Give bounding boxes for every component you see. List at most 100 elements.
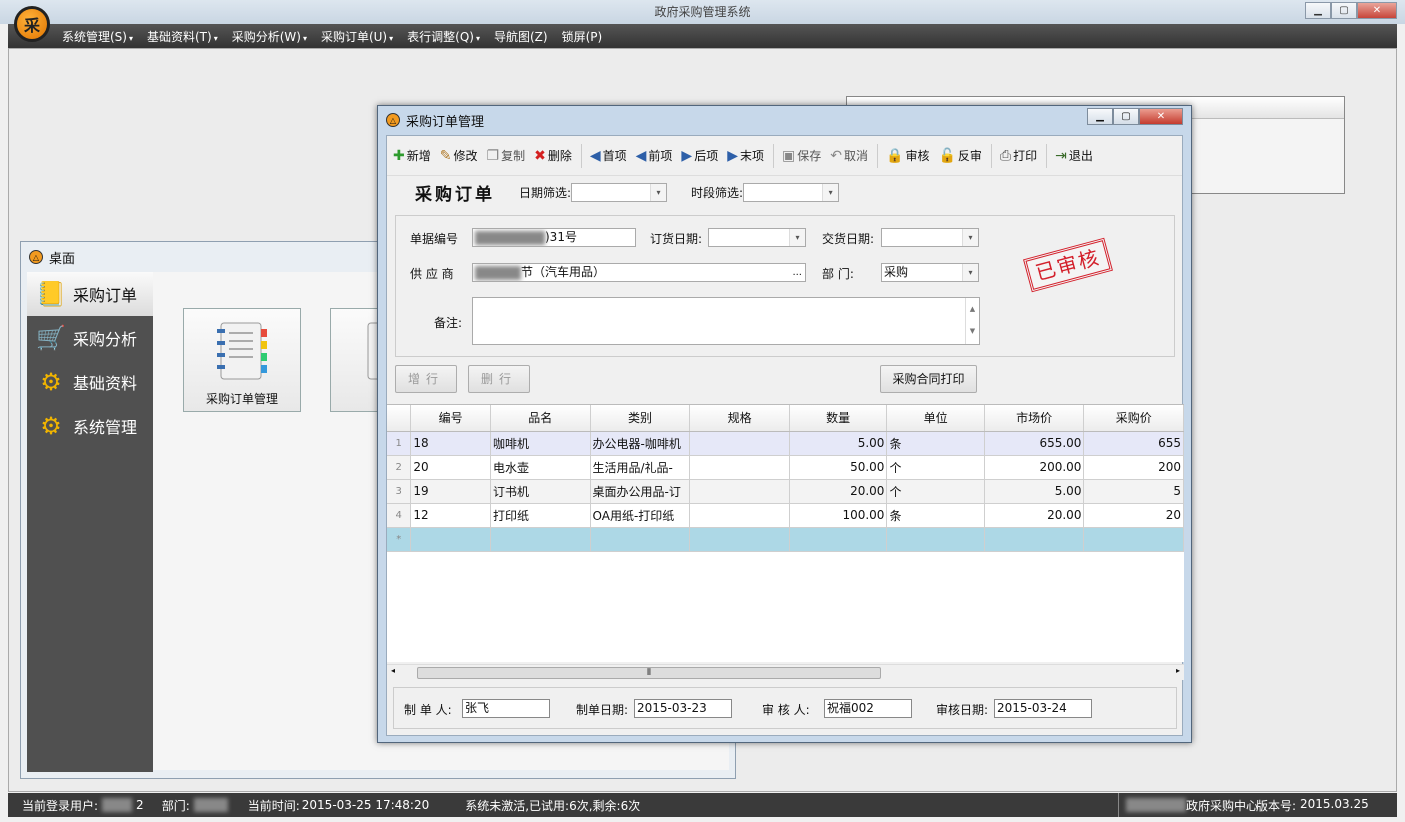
cell-purchase[interactable]: 655 [1083, 431, 1184, 456]
new-row-cell[interactable] [490, 527, 591, 552]
cell-category[interactable]: 办公电器-咖啡机 [590, 431, 691, 456]
delivery-date-picker[interactable]: ▾ [881, 228, 979, 247]
chevron-down-icon[interactable]: ▾ [962, 264, 978, 281]
auditor-field[interactable]: 祝福002 [824, 699, 912, 718]
cell-qty[interactable]: 50.00 [789, 455, 888, 480]
supplier-lookup-button[interactable]: ... [792, 264, 802, 281]
scroll-left-icon[interactable]: ◂ [391, 666, 395, 675]
cell-code[interactable]: 12 [410, 503, 491, 528]
new-row-cell[interactable] [590, 527, 691, 552]
cell-category[interactable]: 桌面办公用品-订 [590, 479, 691, 504]
minimize-icon[interactable]: ▁ [1305, 2, 1331, 19]
sidebar-item-system-admin[interactable]: ⚙ 系统管理 [27, 404, 153, 448]
maximize-icon[interactable]: ▢ [1113, 108, 1139, 125]
menu-item-5[interactable]: 导航图(Z) [494, 28, 548, 45]
column-header[interactable]: 品名 [490, 405, 591, 432]
table-row[interactable]: 2 20 电水壶 生活用品/礼品- 50.00 个 200.00 200 [387, 455, 1184, 480]
menu-item-2[interactable]: 采购分析(W) ▾ [232, 28, 307, 45]
chevron-down-icon[interactable]: ▾ [962, 229, 978, 246]
cell-code[interactable]: 19 [410, 479, 491, 504]
cell-unit[interactable]: 条 [886, 431, 985, 456]
maker-field[interactable]: 张飞 [462, 699, 550, 718]
cell-name[interactable]: 打印纸 [490, 503, 591, 528]
cell-qty[interactable]: 100.00 [789, 503, 888, 528]
cell-spec[interactable] [689, 455, 790, 480]
cell-purchase[interactable]: 20 [1083, 503, 1184, 528]
new-row-cell[interactable] [789, 527, 888, 552]
cell-unit[interactable]: 条 [886, 503, 985, 528]
toolbar-button-11[interactable]: 🔓 反审 [938, 147, 981, 164]
make-date-field[interactable]: 2015-03-23 [634, 699, 732, 718]
cell-purchase[interactable]: 5 [1083, 479, 1184, 504]
toolbar-button-3[interactable]: ✖ 删除 [534, 147, 572, 164]
menu-item-0[interactable]: 系统管理(S) ▾ [62, 28, 133, 45]
scroll-right-icon[interactable]: ▸ [1176, 666, 1180, 675]
toolbar-button-10[interactable]: 🔒 审核 [886, 147, 929, 164]
toolbar-button-7[interactable]: ▶ 末项 [727, 147, 764, 164]
menu-item-4[interactable]: 表行调整(Q) ▾ [407, 28, 480, 45]
sidebar-item-purchase-analysis[interactable]: 🛒 采购分析 [27, 316, 153, 360]
sidebar-item-basic-data[interactable]: ⚙ 基础资料 [27, 360, 153, 404]
toolbar-button-12[interactable]: ⎙ 打印 [1000, 147, 1037, 164]
column-header[interactable]: 类别 [590, 405, 691, 432]
chevron-down-icon[interactable]: ▾ [650, 183, 667, 201]
cell-category[interactable]: 生活用品/礼品- [590, 455, 691, 480]
chevron-down-icon[interactable]: ▾ [822, 183, 839, 201]
minimize-icon[interactable]: ▁ [1087, 108, 1113, 125]
cell-name[interactable]: 电水壶 [490, 455, 591, 480]
new-row[interactable]: * [387, 527, 1184, 552]
date-filter-select[interactable]: ▾ [571, 182, 668, 202]
menu-item-1[interactable]: 基础资料(T) ▾ [147, 28, 218, 45]
cell-name[interactable]: 订书机 [490, 479, 591, 504]
column-header[interactable]: 市场价 [984, 405, 1085, 432]
cell-market[interactable]: 5.00 [984, 479, 1085, 504]
column-header[interactable]: 采购价 [1083, 405, 1184, 432]
cell-unit[interactable]: 个 [886, 455, 985, 480]
cell-spec[interactable] [689, 479, 790, 504]
table-row[interactable]: 3 19 订书机 桌面办公用品-订 20.00 个 5.00 5 [387, 479, 1184, 504]
delete-row-button[interactable]: 删行 [468, 365, 530, 393]
column-header[interactable]: 规格 [689, 405, 790, 432]
supplier-field[interactable]: 节（汽车用品） ... [472, 263, 806, 282]
toolbar-button-5[interactable]: ◀ 前项 [636, 147, 673, 164]
cell-purchase[interactable]: 200 [1083, 455, 1184, 480]
cell-category[interactable]: OA用纸-打印纸 [590, 503, 691, 528]
cell-code[interactable]: 18 [410, 431, 491, 456]
toolbar-button-0[interactable]: ✚ 新增 [393, 147, 431, 164]
cell-name[interactable]: 咖啡机 [490, 431, 591, 456]
remark-textarea[interactable]: ▲ ▼ [472, 297, 980, 345]
chevron-down-icon[interactable]: ▾ [789, 229, 805, 246]
order-date-picker[interactable]: ▾ [708, 228, 806, 247]
sidebar-item-purchase-order[interactable]: 📒 采购订单 [27, 272, 153, 316]
add-row-button[interactable]: 增行 [395, 365, 457, 393]
audit-date-field[interactable]: 2015-03-24 [994, 699, 1092, 718]
toolbar-button-4[interactable]: ◀ 首项 [590, 147, 627, 164]
dept-select[interactable]: 采购 ▾ [881, 263, 979, 282]
menu-item-3[interactable]: 采购订单(U) ▾ [321, 28, 393, 45]
table-row[interactable]: 4 12 打印纸 OA用纸-打印纸 100.00 条 20.00 20 [387, 503, 1184, 528]
cell-market[interactable]: 20.00 [984, 503, 1085, 528]
cell-spec[interactable] [689, 431, 790, 456]
scrollbar-thumb[interactable]: ⦀ [417, 667, 881, 679]
cell-qty[interactable]: 20.00 [789, 479, 888, 504]
toolbar-button-13[interactable]: ⇥ 退出 [1055, 147, 1093, 164]
new-row-cell[interactable] [689, 527, 790, 552]
period-filter-select[interactable]: ▾ [743, 182, 840, 202]
tile-purchase-order-management[interactable]: 采购订单管理 [183, 308, 301, 412]
table-row[interactable]: 1 18 咖啡机 办公电器-咖啡机 5.00 条 655.00 655 [387, 431, 1184, 456]
close-icon[interactable]: ✕ [1139, 108, 1183, 125]
new-row-cell[interactable] [984, 527, 1085, 552]
cell-market[interactable]: 655.00 [984, 431, 1085, 456]
toolbar-button-2[interactable]: ❐ 复制 [487, 147, 526, 164]
cell-unit[interactable]: 个 [886, 479, 985, 504]
cell-spec[interactable] [689, 503, 790, 528]
menu-item-6[interactable]: 锁屏(P) [562, 28, 603, 45]
toolbar-button-8[interactable]: ▣ 保存 [782, 147, 821, 164]
contract-print-button[interactable]: 采购合同打印 [880, 365, 977, 393]
column-header[interactable]: 编号 [410, 405, 491, 432]
cell-qty[interactable]: 5.00 [789, 431, 888, 456]
doc-no-field[interactable]: )31号 [472, 228, 636, 247]
column-header[interactable]: 数量 [789, 405, 888, 432]
cell-code[interactable]: 20 [410, 455, 491, 480]
column-header[interactable]: 单位 [886, 405, 985, 432]
